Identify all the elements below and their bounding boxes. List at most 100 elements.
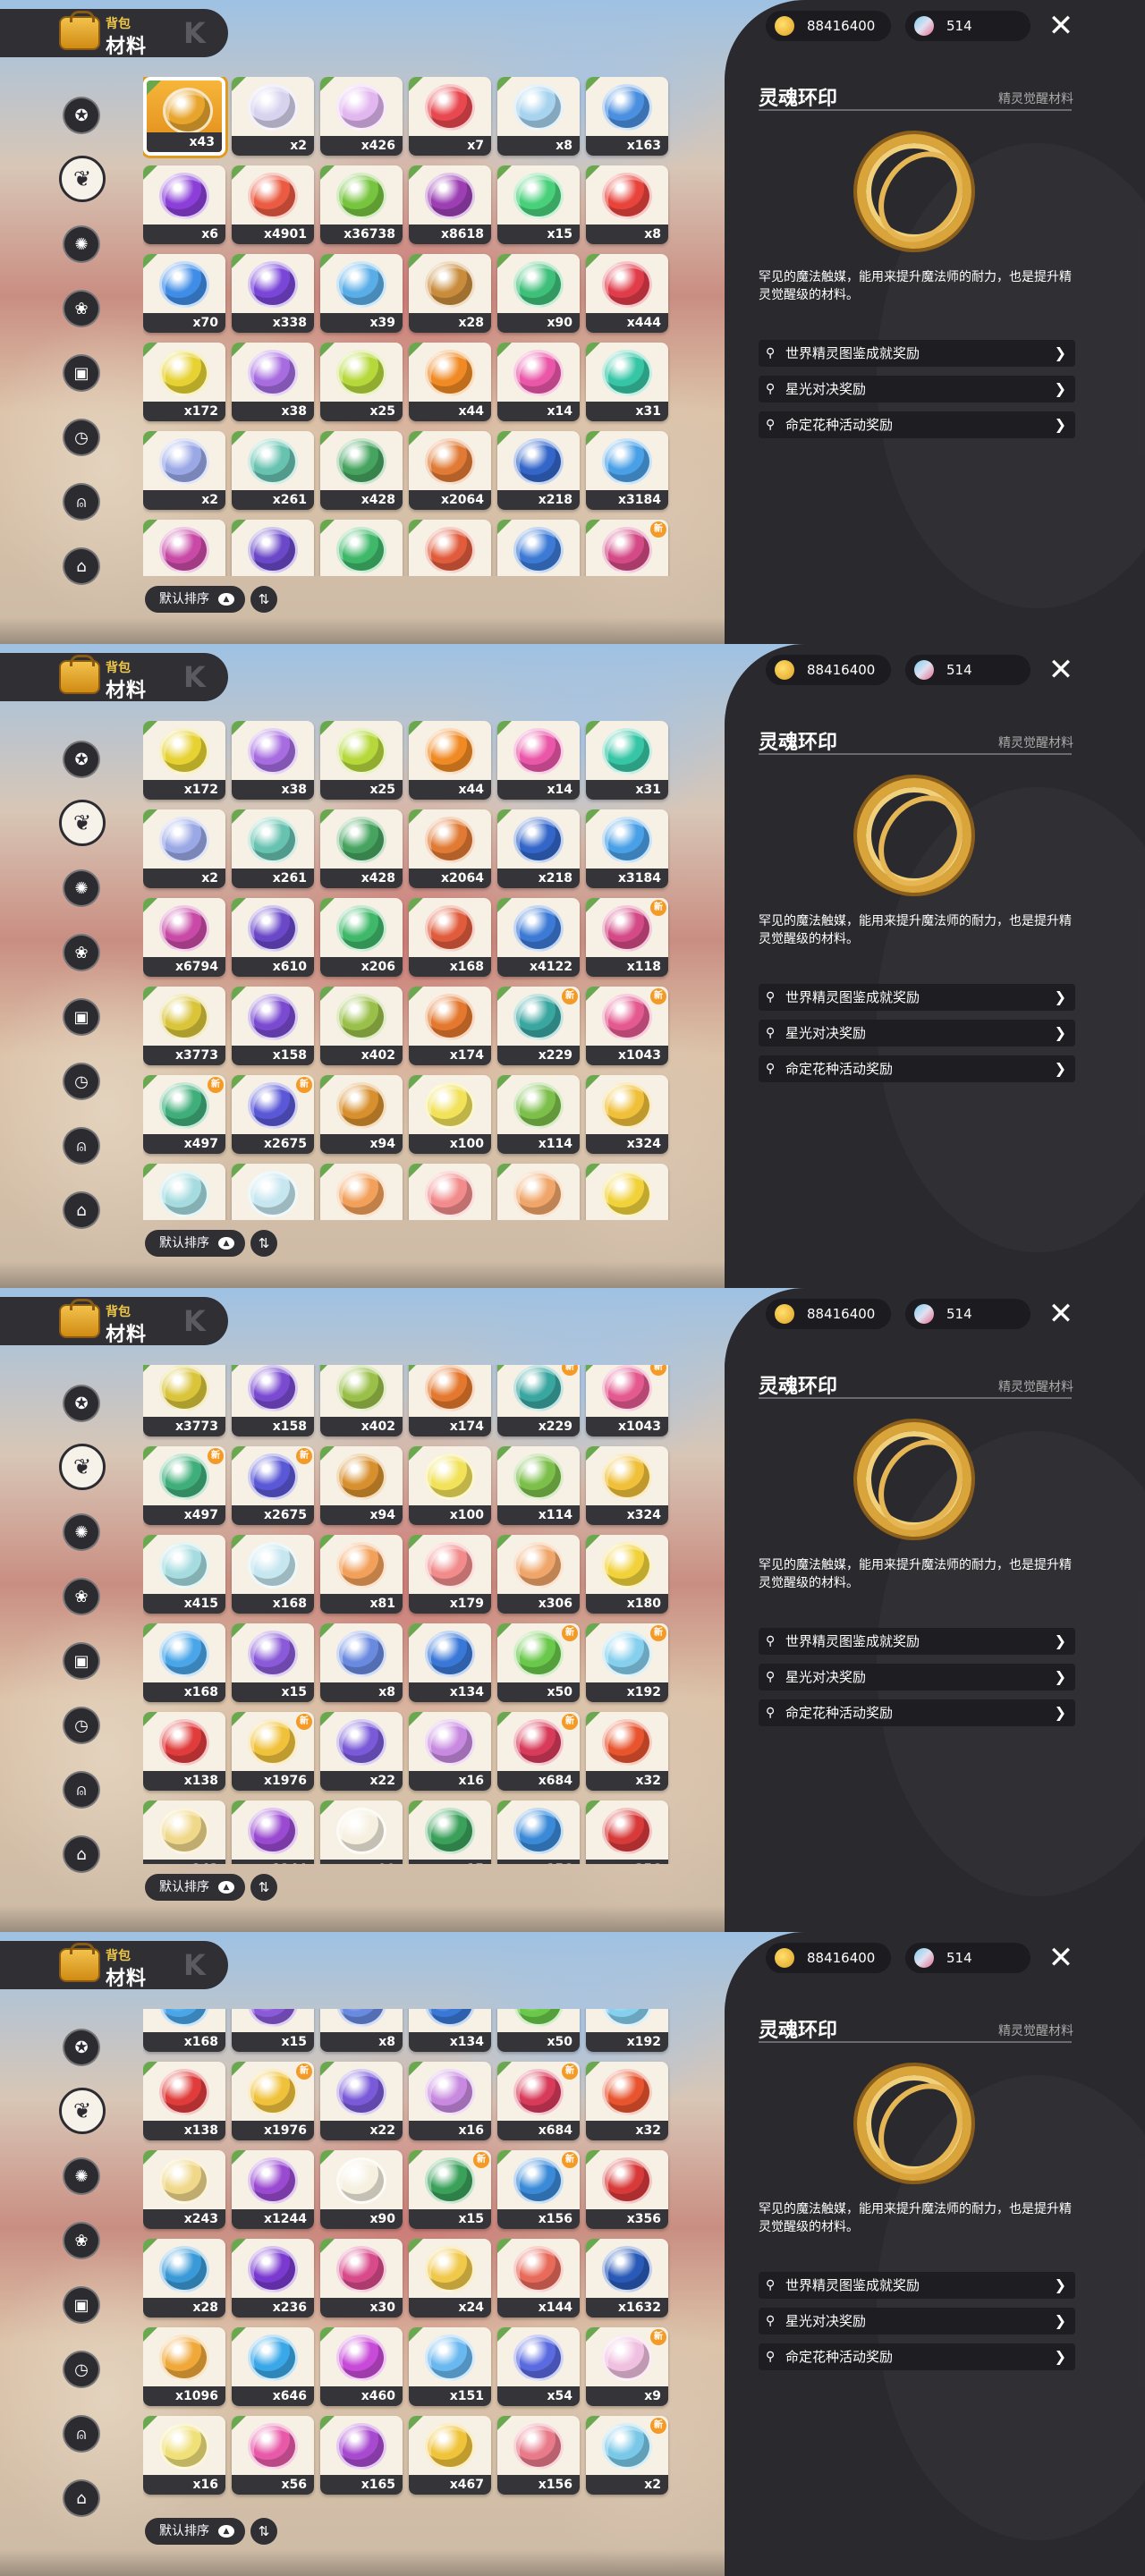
sort-order-button[interactable]: ⇅	[250, 586, 277, 613]
item-card[interactable]: x31	[586, 721, 668, 800]
item-card[interactable]: x158	[232, 1365, 314, 1436]
item-card[interactable]: 新 x1043	[586, 987, 668, 1065]
item-card[interactable]: x8	[497, 77, 580, 156]
item-card[interactable]: 新 x684	[497, 2062, 580, 2140]
item-card[interactable]: x324	[586, 1075, 668, 1154]
item-card[interactable]: x646	[232, 2327, 314, 2406]
item-card[interactable]: x100	[409, 1446, 491, 1525]
source-row[interactable]: ⚲ 世界精灵图鉴成就奖励 ❯	[759, 984, 1075, 1011]
item-card[interactable]: 新 x684	[497, 1712, 580, 1791]
category-tab-chest-icon[interactable]: ⌂	[63, 547, 100, 585]
item-card[interactable]: x426	[320, 77, 403, 156]
source-row[interactable]: ⚲ 命定花种活动奖励 ❯	[759, 2343, 1075, 2370]
category-tab-sprout-icon[interactable]: ❀	[63, 2222, 100, 2259]
item-card[interactable]: 新	[586, 520, 668, 576]
item-card[interactable]: x2064	[409, 809, 491, 888]
item-card[interactable]: 新 x50	[497, 1623, 580, 1702]
item-card[interactable]: x156	[497, 1801, 580, 1864]
item-card[interactable]: x138	[143, 2062, 225, 2140]
gem-counter[interactable]: 514	[905, 11, 1030, 41]
item-card[interactable]: x1632	[586, 2239, 668, 2318]
item-card[interactable]	[232, 1164, 314, 1220]
item-card[interactable]: x206	[320, 898, 403, 977]
item-card[interactable]: x428	[320, 809, 403, 888]
item-card[interactable]: x172	[143, 343, 225, 421]
source-row[interactable]: ⚲ 星光对决奖励 ❯	[759, 1664, 1075, 1690]
item-card[interactable]: 新 x1976	[232, 2062, 314, 2140]
sort-dropdown[interactable]: 默认排序 ▲	[145, 1230, 245, 1257]
item-card[interactable]: x44	[409, 721, 491, 800]
source-row[interactable]: ⚲ 命定花种活动奖励 ❯	[759, 411, 1075, 438]
category-tab-badge-icon[interactable]: ✺	[63, 2157, 100, 2195]
item-card[interactable]: x168	[409, 898, 491, 977]
category-tab-sprout-icon[interactable]: ❀	[63, 934, 100, 971]
coin-counter[interactable]: 88416400	[766, 1299, 891, 1329]
sort-dropdown[interactable]: 默认排序 ▲	[145, 2518, 245, 2545]
category-tab-bell-icon[interactable]: ⍝	[63, 1771, 100, 1809]
item-card[interactable]	[586, 1164, 668, 1220]
item-card[interactable]: x2	[143, 809, 225, 888]
item-card[interactable]	[409, 1164, 491, 1220]
item-card[interactable]: x134	[409, 1623, 491, 1702]
category-tab-bell-icon[interactable]: ⍝	[63, 483, 100, 521]
item-card[interactable]: x2064	[409, 431, 491, 510]
item-card[interactable]: x3773	[143, 987, 225, 1065]
item-card[interactable]: x16	[409, 1712, 491, 1791]
category-tab-leaf-icon[interactable]: ❦	[59, 156, 106, 202]
item-card[interactable]: 新x192	[586, 2009, 668, 2052]
item-card[interactable]: x114	[497, 1446, 580, 1525]
item-card[interactable]: x1244	[232, 1801, 314, 1864]
close-icon[interactable]: ✕	[1045, 11, 1077, 43]
item-card[interactable]: x100	[409, 1075, 491, 1154]
item-card[interactable]: 新 x9	[586, 2327, 668, 2406]
coin-counter[interactable]: 88416400	[766, 655, 891, 685]
item-card[interactable]: x32	[586, 1712, 668, 1791]
inventory-header[interactable]: 背包 材料 K	[0, 1297, 228, 1346]
item-card[interactable]: x32	[586, 2062, 668, 2140]
item-card[interactable]	[143, 520, 225, 576]
item-card[interactable]: x444	[586, 254, 668, 333]
item-card[interactable]: x22	[320, 1712, 403, 1791]
category-tab-star-icon[interactable]: ✪	[63, 741, 100, 778]
item-card[interactable]: x1244	[232, 2150, 314, 2229]
item-card[interactable]: x90	[320, 2150, 403, 2229]
item-card[interactable]: x14	[497, 343, 580, 421]
category-tab-sprout-icon[interactable]: ❀	[63, 1578, 100, 1615]
item-card[interactable]: 新 x497	[143, 1446, 225, 1525]
item-card[interactable]: x415	[143, 1535, 225, 1614]
item-card[interactable]: 新x192	[586, 1623, 668, 1702]
item-card[interactable]: x180	[586, 1535, 668, 1614]
item-card[interactable]: x2	[232, 77, 314, 156]
item-card[interactable]: x158	[232, 987, 314, 1065]
item-card[interactable]: x28	[143, 2239, 225, 2318]
item-card[interactable]	[497, 520, 580, 576]
item-card[interactable]: x243	[143, 1801, 225, 1864]
sort-order-button[interactable]: ⇅	[250, 1874, 277, 1901]
category-tab-gift-icon[interactable]: ▣	[63, 354, 100, 392]
coin-counter[interactable]: 88416400	[766, 1943, 891, 1973]
item-card[interactable]: x218	[497, 809, 580, 888]
item-card[interactable]: x43	[143, 77, 225, 156]
source-row[interactable]: ⚲ 世界精灵图鉴成就奖励 ❯	[759, 2272, 1075, 2299]
sort-dropdown[interactable]: 默认排序 ▲	[145, 1874, 245, 1901]
item-card[interactable]: x30	[320, 2239, 403, 2318]
item-card[interactable]: x38	[232, 343, 314, 421]
category-tab-badge-icon[interactable]: ✺	[63, 1513, 100, 1551]
category-tab-clock-icon[interactable]: ◷	[63, 1063, 100, 1100]
item-card[interactable]: x402	[320, 1365, 403, 1436]
gem-counter[interactable]: 514	[905, 1943, 1030, 1973]
category-tab-star-icon[interactable]: ✪	[63, 97, 100, 134]
category-tab-badge-icon[interactable]: ✺	[63, 225, 100, 263]
source-row[interactable]: ⚲ 命定花种活动奖励 ❯	[759, 1699, 1075, 1726]
item-card[interactable]	[409, 520, 491, 576]
item-card[interactable]: x15	[497, 165, 580, 244]
item-card[interactable]: x114	[497, 1075, 580, 1154]
item-card[interactable]: x14	[497, 721, 580, 800]
category-tab-gift-icon[interactable]: ▣	[63, 2286, 100, 2324]
item-card[interactable]: x610	[232, 898, 314, 977]
item-card[interactable]: x3773	[143, 1365, 225, 1436]
item-card[interactable]: x54	[497, 2327, 580, 2406]
item-card[interactable]: x22	[320, 2062, 403, 2140]
source-row[interactable]: ⚲ 命定花种活动奖励 ❯	[759, 1055, 1075, 1082]
item-card[interactable]: x144	[497, 2239, 580, 2318]
